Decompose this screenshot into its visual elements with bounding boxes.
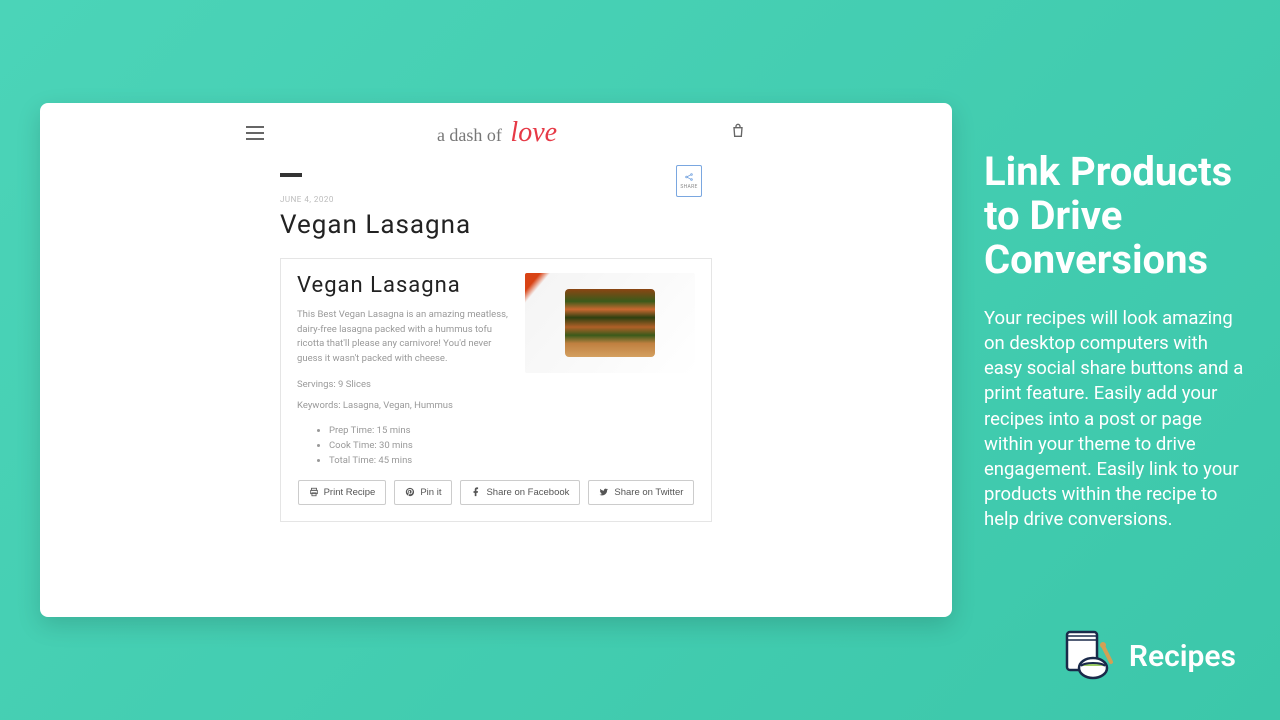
- lasagna-graphic: [565, 289, 655, 357]
- cart-icon[interactable]: [730, 122, 746, 144]
- recipe-servings: Servings: 9 Slices: [297, 379, 511, 390]
- promo-title: Link Products to Drive Conversions: [984, 150, 1248, 282]
- browser-preview: a dash of love JUNE 4, 2020 Vegan Lasagn…: [40, 103, 952, 617]
- post-date: JUNE 4, 2020: [280, 195, 712, 204]
- twitter-button[interactable]: Share on Twitter: [588, 480, 694, 505]
- recipe-card: Vegan Lasagna This Best Vegan Lasagna is…: [280, 258, 712, 522]
- menu-icon[interactable]: [246, 126, 264, 140]
- share-icon: [684, 172, 694, 182]
- page-title: Vegan Lasagna: [280, 210, 712, 240]
- brand-badge: Recipes: [1061, 628, 1236, 684]
- list-item: Prep Time: 15 mins: [329, 425, 695, 436]
- accent-bar: [280, 173, 302, 177]
- recipe-title: Vegan Lasagna: [297, 273, 511, 298]
- recipes-logo-icon: [1061, 628, 1117, 684]
- twitter-icon: [599, 487, 609, 497]
- facebook-button[interactable]: Share on Facebook: [460, 480, 580, 505]
- print-icon: [309, 487, 319, 497]
- logo-prefix: a dash of: [437, 125, 502, 145]
- list-item: Total Time: 45 mins: [329, 455, 695, 466]
- facebook-icon: [471, 487, 481, 497]
- recipe-image: [525, 273, 695, 373]
- pin-button[interactable]: Pin it: [394, 480, 452, 505]
- promo-panel: Link Products to Drive Conversions Your …: [984, 150, 1248, 532]
- promo-body: Your recipes will look amazing on deskto…: [984, 306, 1248, 532]
- recipe-times-list: Prep Time: 15 mins Cook Time: 30 mins To…: [297, 425, 695, 466]
- brand-name: Recipes: [1129, 639, 1236, 674]
- list-item: Cook Time: 30 mins: [329, 440, 695, 451]
- post-content: JUNE 4, 2020 Vegan Lasagna SHARE Vegan L…: [40, 163, 952, 522]
- recipe-description: This Best Vegan Lasagna is an amazing me…: [297, 308, 511, 367]
- logo-accent: love: [510, 117, 557, 148]
- site-header: a dash of love: [40, 103, 952, 163]
- site-logo[interactable]: a dash of love: [437, 117, 557, 149]
- pinterest-icon: [405, 487, 415, 497]
- share-button[interactable]: SHARE: [676, 165, 702, 197]
- share-label: SHARE: [680, 184, 697, 190]
- recipe-keywords: Keywords: Lasagna, Vegan, Hummus: [297, 400, 511, 411]
- print-button[interactable]: Print Recipe: [298, 480, 387, 505]
- share-buttons: Print Recipe Pin it Share on Facebook Sh…: [297, 480, 695, 505]
